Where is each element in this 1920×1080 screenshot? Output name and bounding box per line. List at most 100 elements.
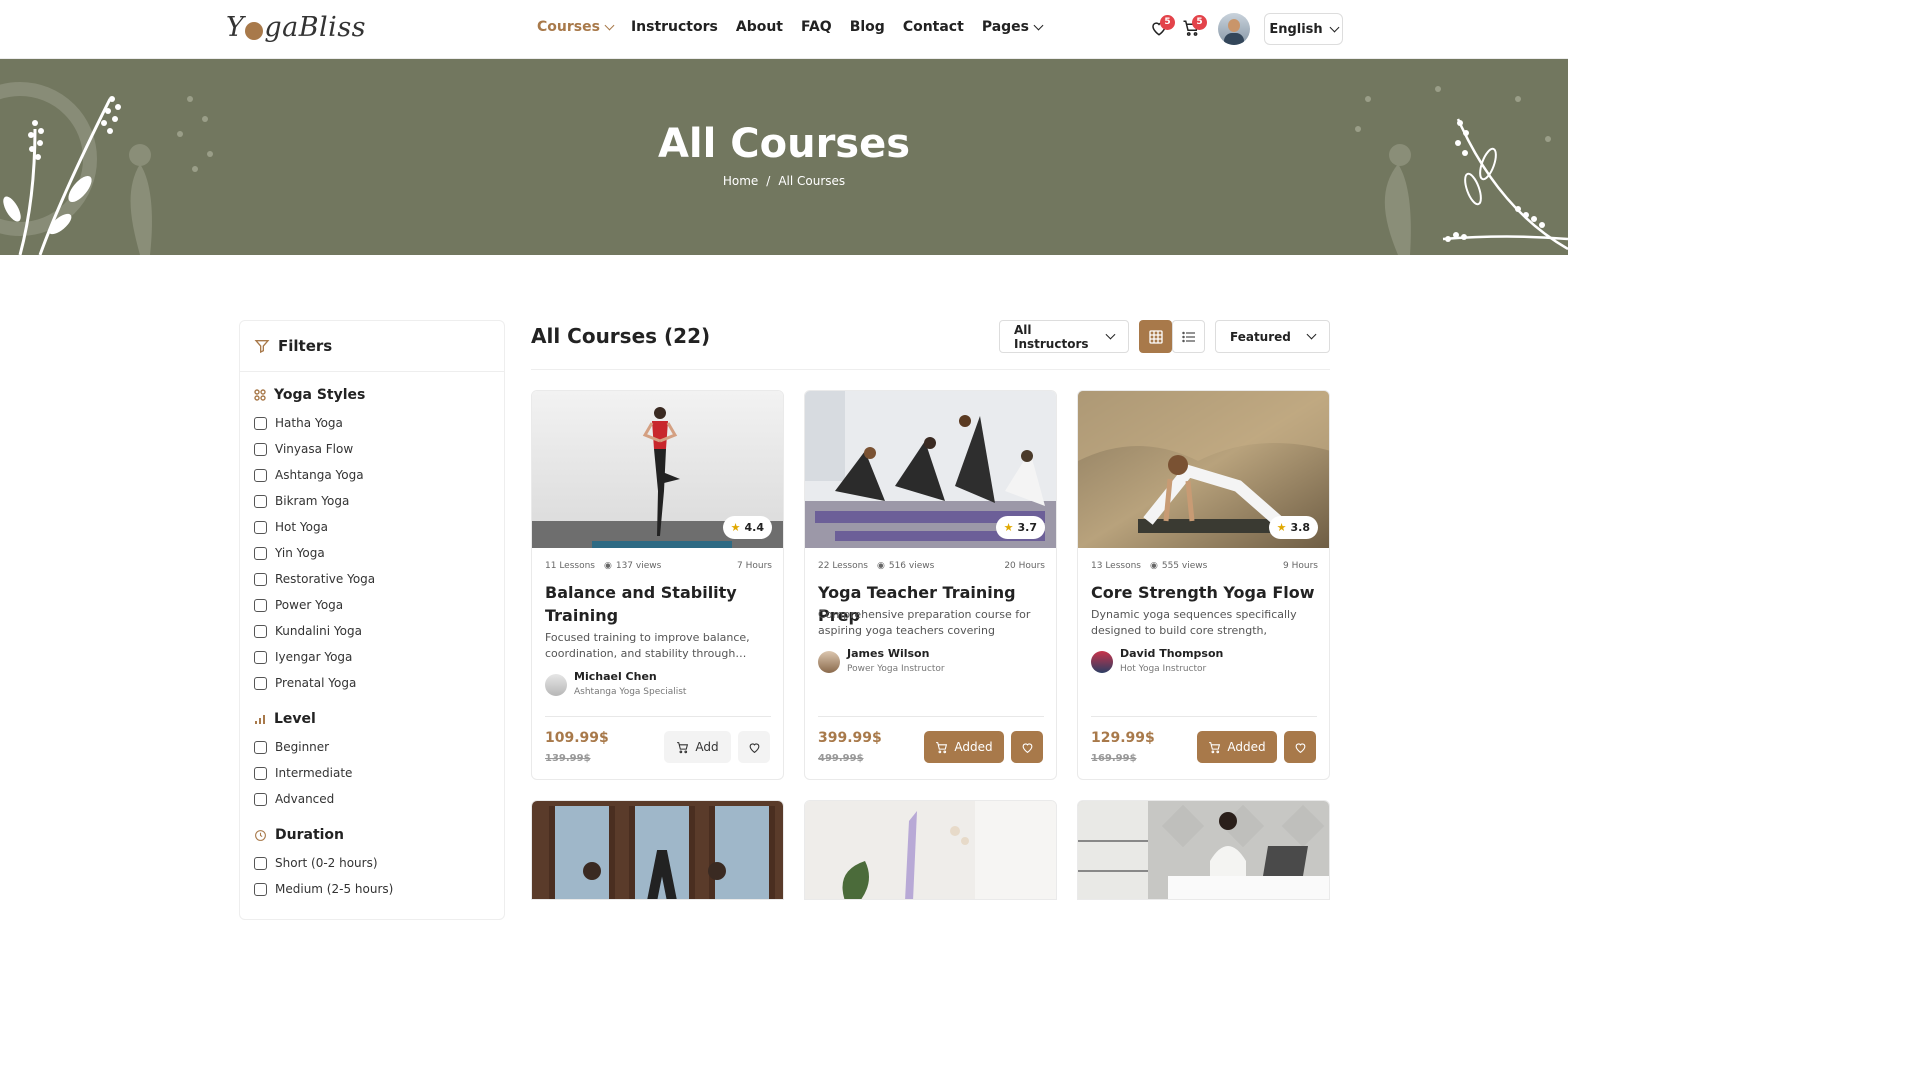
chevron-down-icon bbox=[604, 20, 615, 30]
chevron-down-icon bbox=[1306, 329, 1317, 340]
course-title[interactable]: Core Strength Yoga Flow bbox=[1091, 581, 1318, 604]
logo-text-end: gaBliss bbox=[264, 12, 367, 43]
wishlist-toggle-button[interactable] bbox=[1284, 731, 1316, 763]
course-instructor[interactable]: David Thompson Hot Yoga Instructor bbox=[1091, 647, 1223, 674]
divider bbox=[545, 716, 771, 717]
divider bbox=[531, 369, 1330, 370]
add-to-cart-button[interactable]: Added bbox=[1197, 731, 1277, 763]
hero-banner: All Courses Home / All Courses bbox=[0, 59, 1568, 255]
user-avatar[interactable] bbox=[1218, 13, 1250, 45]
wishlist-toggle-button[interactable] bbox=[1011, 731, 1043, 763]
wishlist-button[interactable]: 5 bbox=[1150, 15, 1175, 39]
rating-badge: ★ 4.4 bbox=[722, 516, 772, 539]
filter-group-yoga-styles: Yoga Styles Hatha Yoga Vinyasa Flow Asht… bbox=[240, 386, 504, 696]
nav-contact[interactable]: Contact bbox=[903, 19, 964, 35]
checkbox-beginner[interactable]: Beginner bbox=[254, 734, 504, 760]
nav-about[interactable]: About bbox=[736, 19, 783, 35]
checkbox-prenatal-yoga[interactable]: Prenatal Yoga bbox=[254, 670, 504, 696]
heart-icon bbox=[1022, 742, 1032, 753]
course-card[interactable] bbox=[804, 800, 1057, 900]
course-image[interactable] bbox=[1078, 801, 1330, 900]
add-to-cart-button[interactable]: Added bbox=[924, 731, 1004, 763]
checkbox-medium-duration[interactable]: Medium (2-5 hours) bbox=[254, 876, 504, 902]
filter-group-duration: Duration Short (0-2 hours) Medium (2-5 h… bbox=[240, 826, 504, 902]
checkbox-kundalini-yoga[interactable]: Kundalini Yoga bbox=[254, 618, 504, 644]
filter-group-title: Level bbox=[274, 711, 316, 727]
checkbox-restorative-yoga[interactable]: Restorative Yoga bbox=[254, 566, 504, 592]
checkbox-hatha-yoga[interactable]: Hatha Yoga bbox=[254, 410, 504, 436]
lessons-count: 22 Lessons bbox=[818, 561, 868, 571]
lessons-count: 13 Lessons bbox=[1091, 561, 1141, 571]
cart-count-badge: 5 bbox=[1192, 15, 1207, 30]
list-view-button[interactable] bbox=[1172, 320, 1205, 353]
nav-pages[interactable]: Pages bbox=[982, 19, 1044, 35]
cart-button[interactable]: 5 bbox=[1182, 15, 1207, 39]
logo[interactable]: YgaBliss bbox=[226, 12, 366, 43]
filters-title: Filters bbox=[278, 337, 333, 355]
course-card[interactable] bbox=[1077, 800, 1330, 900]
breadcrumb-separator: / bbox=[766, 174, 771, 188]
checkbox-short-duration[interactable]: Short (0-2 hours) bbox=[254, 850, 504, 876]
instructor-filter-select[interactable]: All Instructors bbox=[999, 320, 1129, 353]
checkbox-advanced[interactable]: Advanced bbox=[254, 786, 504, 812]
course-card[interactable]: ★ 4.4 11 Lessons ◉ 137 views 7 Hours Balan… bbox=[531, 390, 784, 780]
course-instructor[interactable]: Michael Chen Ashtanga Yoga Specialist bbox=[545, 670, 686, 697]
cart-icon bbox=[936, 741, 948, 753]
course-price: 129.99$ bbox=[1091, 730, 1155, 746]
nav-courses[interactable]: Courses bbox=[537, 19, 615, 35]
instructor-name: Michael Chen bbox=[574, 670, 657, 683]
course-hours: 7 Hours bbox=[737, 561, 772, 571]
checkbox-iyengar-yoga[interactable]: Iyengar Yoga bbox=[254, 644, 504, 670]
language-select[interactable]: English bbox=[1264, 13, 1343, 45]
wishlist-toggle-button[interactable] bbox=[738, 731, 770, 763]
course-card[interactable] bbox=[531, 800, 784, 900]
nav-instructors[interactable]: Instructors bbox=[631, 19, 718, 35]
main-nav: Courses Instructors About FAQ Blog Conta… bbox=[537, 19, 1060, 35]
checkbox-bikram-yoga[interactable]: Bikram Yoga bbox=[254, 488, 504, 514]
nav-blog[interactable]: Blog bbox=[850, 19, 885, 35]
course-card[interactable]: ★ 3.8 13 Lessons ◉ 555 views 9 Hours Core … bbox=[1077, 390, 1330, 780]
divider bbox=[1091, 716, 1317, 717]
filter-group-level: Level Beginner Intermediate Advanced bbox=[240, 710, 504, 812]
divider bbox=[818, 716, 1044, 717]
sort-select[interactable]: Featured bbox=[1215, 320, 1330, 353]
lessons-count: 11 Lessons bbox=[545, 561, 595, 571]
rating-badge: ★ 3.8 bbox=[1268, 516, 1318, 539]
checkbox-hot-yoga[interactable]: Hot Yoga bbox=[254, 514, 504, 540]
chevron-down-icon bbox=[1329, 22, 1340, 32]
clock-icon bbox=[255, 829, 266, 841]
course-instructor[interactable]: James Wilson Power Yoga Instructor bbox=[818, 647, 945, 674]
course-description: Dynamic yoga sequences specifically desi… bbox=[1091, 608, 1297, 637]
eye-icon: ◉ bbox=[876, 561, 885, 571]
grid-view-button[interactable] bbox=[1139, 320, 1172, 353]
checkbox-ashtanga-yoga[interactable]: Ashtanga Yoga bbox=[254, 462, 504, 488]
views-count: 555 views bbox=[1161, 561, 1208, 571]
instructor-role: Ashtanga Yoga Specialist bbox=[574, 687, 687, 697]
checkbox-power-yoga[interactable]: Power Yoga bbox=[254, 592, 504, 618]
checkbox-intermediate[interactable]: Intermediate bbox=[254, 760, 504, 786]
course-meta: 11 Lessons ◉ 137 views 7 Hours bbox=[545, 561, 772, 571]
course-title[interactable]: Balance and Stability Training bbox=[545, 581, 772, 627]
course-hours: 20 Hours bbox=[1004, 561, 1045, 571]
course-card[interactable]: ★ 3.7 22 Lessons ◉ 516 views 20 Hours Yoga… bbox=[804, 390, 1057, 780]
nav-faq[interactable]: FAQ bbox=[801, 19, 832, 35]
filter-group-title: Yoga Styles bbox=[274, 387, 366, 403]
chevron-down-icon bbox=[1033, 20, 1044, 30]
heart-icon bbox=[1295, 742, 1305, 753]
add-to-cart-button[interactable]: Add bbox=[664, 731, 731, 763]
course-image[interactable] bbox=[532, 801, 784, 900]
breadcrumb-home[interactable]: Home bbox=[723, 174, 758, 188]
course-meta: 22 Lessons ◉ 516 views 20 Hours bbox=[818, 561, 1045, 571]
logo-text-start: Y bbox=[226, 12, 245, 43]
instructor-avatar bbox=[545, 674, 567, 696]
course-image[interactable] bbox=[805, 801, 1057, 900]
checkbox-vinyasa-flow[interactable]: Vinyasa Flow bbox=[254, 436, 504, 462]
page-title: All Courses bbox=[657, 121, 911, 167]
views-count: 137 views bbox=[615, 561, 662, 571]
top-header: YgaBliss Courses Instructors About FAQ B… bbox=[0, 0, 1568, 59]
checkbox-yin-yoga[interactable]: Yin Yoga bbox=[254, 540, 504, 566]
instructor-role: Hot Yoga Instructor bbox=[1120, 664, 1207, 674]
list-view-icon bbox=[1181, 331, 1195, 342]
eye-icon: ◉ bbox=[1149, 561, 1158, 571]
results-title: All Courses (22) bbox=[531, 324, 711, 348]
